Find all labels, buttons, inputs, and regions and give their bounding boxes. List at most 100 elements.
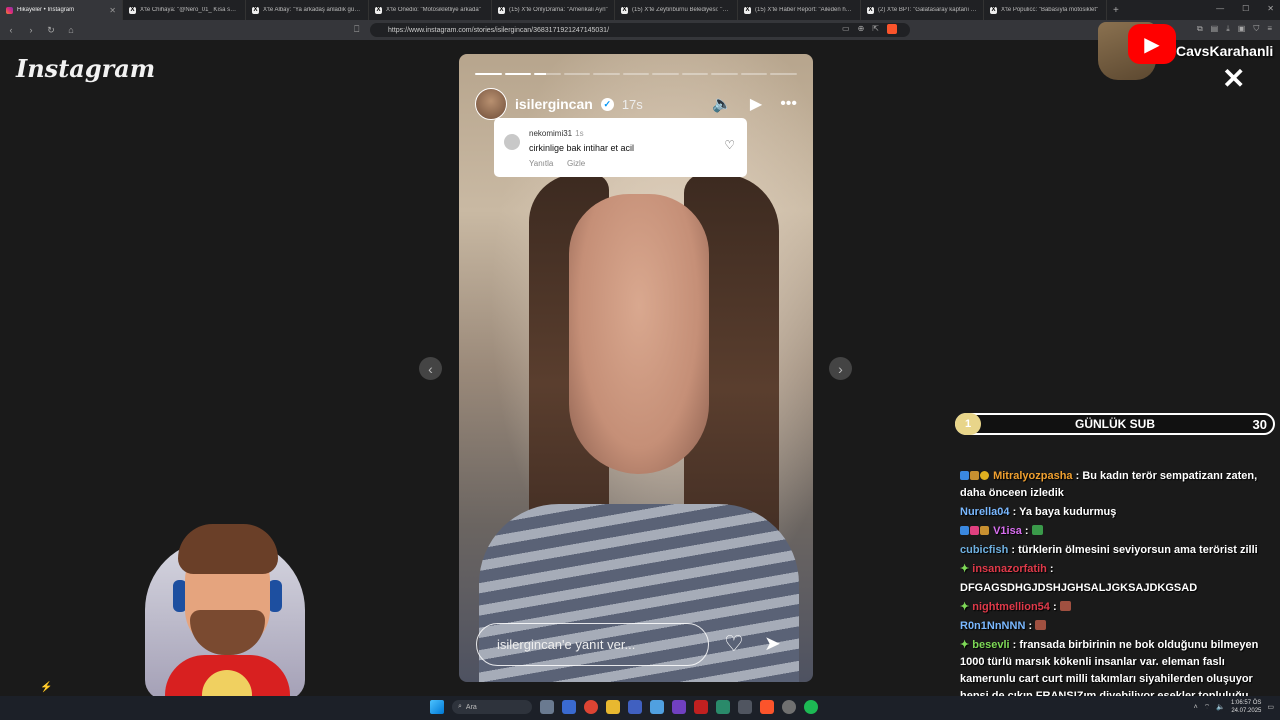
tab-label: (15) X'te Zeytinburnu Belediyesi: "Es": [632, 7, 731, 13]
windows-start-icon[interactable]: [430, 700, 444, 714]
browser-tab[interactable]: X X'te Chihaya: "@Nero_01_ Kısa süre": [123, 0, 246, 20]
story-time: 17s: [621, 96, 643, 112]
zoom-icon[interactable]: ⊕: [858, 24, 865, 34]
browser-tab[interactable]: X X'te Populicc: "Babasıyla motosiklet": [984, 0, 1107, 20]
story-progress-segment: [622, 73, 650, 75]
channel-name: CavsKarahanli: [1176, 43, 1274, 59]
diamond-badge-icon: ✦: [960, 563, 970, 575]
chat-username: Nurella04: [960, 506, 1010, 518]
tab-close-icon[interactable]: ✕: [109, 6, 116, 15]
browser-tab[interactable]: X (15) X'te Zeytinburnu Belediyesi: "Es": [615, 0, 738, 20]
store-icon[interactable]: [628, 700, 642, 714]
maximize-icon[interactable]: ☐: [1242, 4, 1249, 13]
brave-icon[interactable]: [760, 700, 774, 714]
chat-username: V1isa: [993, 525, 1022, 537]
home-icon[interactable]: ⌂: [66, 25, 76, 35]
comment-username: nekomimi31: [529, 129, 573, 138]
widgets-icon[interactable]: [540, 700, 554, 714]
play-icon[interactable]: ▶: [750, 94, 762, 114]
send-icon[interactable]: ➤: [764, 631, 781, 656]
story-progress-segment: [652, 73, 679, 75]
discord-icon[interactable]: [672, 700, 686, 714]
spotify-icon[interactable]: [804, 700, 818, 714]
reply-input[interactable]: isilergincan'e yanıt ver...: [476, 623, 709, 666]
next-story-arrow-icon[interactable]: ›: [829, 357, 852, 380]
hide-link[interactable]: Gizle: [567, 159, 585, 168]
browser-tab[interactable]: X (15) X'te Haber Report: "Aileden hab": [738, 0, 861, 20]
tab-label: X'te Populicc: "Babasıyla motosiklet": [1001, 7, 1099, 13]
reply-link[interactable]: Yanıtla: [529, 159, 553, 168]
chrome-icon[interactable]: [584, 700, 598, 714]
notification-icon[interactable]: ▭: [1267, 703, 1274, 711]
story-viewer[interactable]: isilergincan ✓ 17s 🔈 ▶ ••• nekomimi31 1s …: [459, 54, 813, 682]
clock-date: 24.07.2025: [1231, 708, 1262, 714]
chat-message: cubicfish : türklerin ölmesini seviyorsu…: [960, 542, 1278, 559]
chat-username: nightmellion54: [972, 601, 1050, 613]
brave-shield-icon[interactable]: [886, 24, 897, 34]
window-close-icon[interactable]: ✕: [1267, 4, 1274, 13]
more-options-icon[interactable]: •••: [780, 95, 797, 113]
app-icon[interactable]: [694, 700, 708, 714]
chat-text: :: [1028, 620, 1033, 632]
share-icon[interactable]: ⇱: [872, 24, 879, 34]
forward-arrow-icon[interactable]: ›: [26, 25, 36, 35]
sub-goal-current: 1: [955, 413, 981, 435]
taskbar-apps: ⌕ Ara: [430, 700, 818, 714]
instagram-favicon-icon: [6, 6, 13, 14]
speaker-icon[interactable]: 🔈: [1216, 703, 1225, 711]
comment-user[interactable]: nekomimi31 1s: [529, 129, 584, 138]
avatar[interactable]: [475, 88, 507, 120]
volume-icon[interactable]: 🔈: [712, 94, 732, 114]
money-emote-icon: [1031, 525, 1043, 535]
story-username[interactable]: isilergincan: [515, 96, 593, 112]
heart-icon[interactable]: ♡: [724, 138, 735, 152]
cast-icon[interactable]: ▭: [842, 24, 850, 34]
file-explorer-icon[interactable]: [606, 700, 620, 714]
back-arrow-icon[interactable]: ‹: [6, 25, 16, 35]
app-icon[interactable]: [716, 700, 730, 714]
story-progress-segment: [534, 73, 561, 75]
tab-label: (15) X'te Haber Report: "Aileden hab": [755, 7, 854, 13]
chat-text: : Ya baya kudurmuş: [1012, 506, 1117, 518]
youtube-channel-overlay: ▶ CavsKarahanli: [1098, 22, 1278, 82]
chat-text: :: [1049, 563, 1054, 575]
browser-tab[interactable]: X X'te Albay: "Ya arkadaş anladık güven": [246, 0, 369, 20]
headset-icon: [268, 580, 282, 612]
chat-message: ✦ besevli : fransada birbirinin ne bok o…: [960, 637, 1278, 705]
x-favicon-icon: X: [990, 6, 997, 14]
previous-story-arrow-icon[interactable]: ‹: [419, 357, 442, 380]
chat-username: insanazorfatih: [972, 563, 1047, 575]
clock[interactable]: 1:06:57 ÖS 24.07.2025: [1231, 699, 1261, 715]
x-favicon-icon: X: [744, 6, 751, 14]
browser-tab[interactable]: X (15) X'te OnlyDrama: "Amerikalı Ayn": [492, 0, 615, 20]
minimize-icon[interactable]: —: [1216, 4, 1224, 13]
new-tab-plus-icon[interactable]: +: [1107, 5, 1125, 16]
chat-message: DFGAGSDHGJDSHJGHSALJGKSAJDKGSAD: [960, 580, 1278, 597]
browser-tab[interactable]: Hikayeler • Instagram ✕: [0, 0, 123, 20]
system-tray: ˄ ⌔ 🔈 1:06:57 ÖS 24.07.2025 ▭: [1194, 699, 1274, 715]
browser-tab[interactable]: X (2) X'te BPT: "Galatasaray kaptanı İca": [861, 0, 984, 20]
tray-chevron-icon[interactable]: ˄: [1194, 704, 1198, 711]
address-bar-actions: ▭ ⊕ ⇱: [842, 24, 897, 34]
network-icon[interactable]: ⌔: [1204, 703, 1211, 712]
app-icon[interactable]: [782, 700, 796, 714]
story-header: isilergincan ✓ 17s 🔈 ▶ •••: [475, 88, 797, 120]
edge-icon[interactable]: [650, 700, 664, 714]
x-favicon-icon: X: [252, 6, 259, 14]
tab-label: (15) X'te OnlyDrama: "Amerikalı Ayn": [509, 7, 608, 13]
bookmark-icon[interactable]: ⎕: [354, 24, 359, 35]
story-video-subject: [569, 194, 709, 474]
browser-tab[interactable]: X X'te Onedio: "Motosikletliye arkada": [369, 0, 492, 20]
chat-badge-icon: [960, 526, 969, 535]
like-heart-icon[interactable]: ♡: [724, 631, 744, 657]
copilot-icon[interactable]: [562, 700, 576, 714]
chat-message: ✦ nightmellion54 :: [960, 599, 1278, 616]
x-favicon-icon: X: [621, 6, 628, 14]
reload-icon[interactable]: ↻: [46, 25, 56, 36]
taskbar-search[interactable]: ⌕ Ara: [452, 700, 532, 714]
story-progress-segment: [563, 73, 591, 75]
address-bar[interactable]: https://www.instagram.com/stories/isiler…: [370, 23, 910, 37]
instagram-logo[interactable]: Instagram: [16, 54, 155, 83]
obs-icon[interactable]: [738, 700, 752, 714]
search-icon: ⌕: [458, 703, 462, 710]
